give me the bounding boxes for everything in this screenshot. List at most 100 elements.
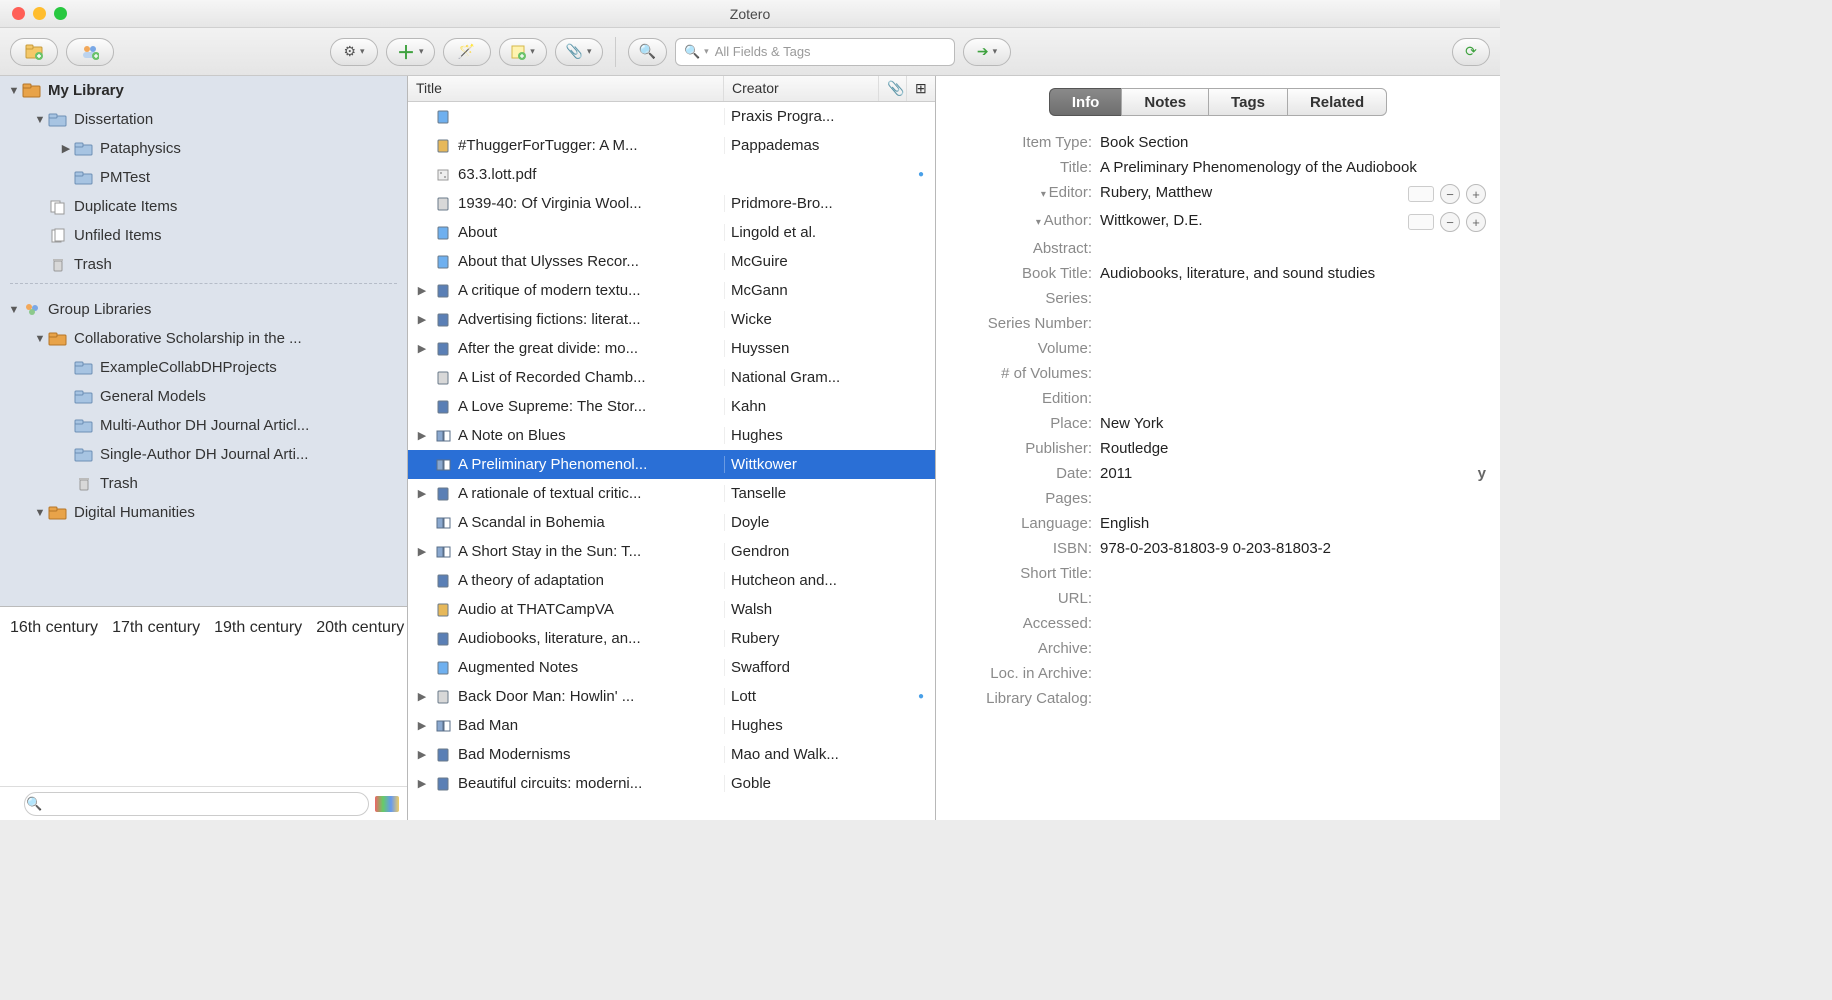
actions-button[interactable]: ⚙▾: [330, 38, 378, 66]
swap-names-button[interactable]: [1408, 214, 1434, 230]
item-row[interactable]: A Scandal in BohemiaDoyle: [408, 508, 935, 537]
item-row[interactable]: About that Ulysses Recor...McGuire: [408, 247, 935, 276]
tree-row[interactable]: PMTest: [0, 163, 407, 192]
tag[interactable]: 17th century: [112, 619, 200, 636]
column-attachment-icon[interactable]: 📎: [879, 76, 907, 101]
expand-icon[interactable]: ▶: [408, 719, 436, 732]
item-row[interactable]: A Preliminary Phenomenol...Wittkower: [408, 450, 935, 479]
expand-icon[interactable]: ▶: [408, 313, 436, 326]
expand-icon[interactable]: ▶: [408, 748, 436, 761]
item-row[interactable]: ▶After the great divide: mo...Huyssen: [408, 334, 935, 363]
item-row[interactable]: ▶Advertising fictions: literat...Wicke: [408, 305, 935, 334]
item-row[interactable]: ▶Bad ManHughes: [408, 711, 935, 740]
group-libraries-header[interactable]: ▼ Group Libraries: [0, 295, 407, 324]
new-note-button[interactable]: ▾: [499, 38, 547, 66]
new-item-button[interactable]: ＋▾: [386, 38, 435, 66]
item-row[interactable]: Audio at THATCampVAWalsh: [408, 595, 935, 624]
chevron-down-icon[interactable]: ▼: [6, 85, 22, 97]
tree-row[interactable]: Trash: [0, 469, 407, 498]
tree-row[interactable]: Duplicate Items: [0, 192, 407, 221]
tab-tags[interactable]: Tags: [1208, 88, 1287, 116]
my-library-row[interactable]: ▼ My Library: [0, 76, 407, 105]
item-row[interactable]: Audiobooks, literature, an...Rubery: [408, 624, 935, 653]
item-row[interactable]: A theory of adaptationHutcheon and...: [408, 566, 935, 595]
column-creator[interactable]: Creator: [724, 76, 879, 101]
tag-selector[interactable]: 16th century 17th century 19th century 20th…: [0, 606, 407, 786]
tree-row[interactable]: ▼Dissertation: [0, 105, 407, 134]
tag[interactable]: 19th century: [214, 619, 302, 636]
items-list[interactable]: Praxis Progra...#ThuggerForTugger: A M..…: [408, 102, 935, 820]
locate-button[interactable]: ➔▾: [963, 38, 1011, 66]
expand-icon[interactable]: ▶: [408, 545, 436, 558]
item-row[interactable]: A List of Recorded Chamb...National Gram…: [408, 363, 935, 392]
swap-names-button[interactable]: [1408, 186, 1434, 202]
tab-related[interactable]: Related: [1287, 88, 1387, 116]
attach-button[interactable]: 📎▾: [555, 38, 603, 66]
item-row[interactable]: ▶A Short Stay in the Sun: T...Gendron: [408, 537, 935, 566]
label-editor[interactable]: ▾ Editor:: [950, 184, 1100, 201]
search-input[interactable]: 🔍▾All Fields & Tags: [675, 38, 955, 66]
disclosure-icon[interactable]: ▼: [32, 114, 48, 126]
tab-info[interactable]: Info: [1049, 88, 1122, 116]
value-book-title[interactable]: Audiobooks, literature, and sound studie…: [1100, 265, 1486, 282]
remove-creator-button[interactable]: −: [1440, 184, 1460, 204]
advanced-search-button[interactable]: 🔍: [628, 38, 667, 66]
expand-icon[interactable]: ▶: [408, 342, 436, 355]
value-date[interactable]: 2011: [1100, 465, 1478, 482]
new-group-button[interactable]: [66, 38, 114, 66]
value-language[interactable]: English: [1100, 515, 1486, 532]
add-creator-button[interactable]: +: [1466, 212, 1486, 232]
tree-row[interactable]: Multi-Author DH Journal Articl...: [0, 411, 407, 440]
column-title[interactable]: Title: [408, 76, 724, 101]
expand-icon[interactable]: ▶: [408, 777, 436, 790]
disclosure-icon[interactable]: ▼: [32, 507, 48, 519]
tree-row[interactable]: General Models: [0, 382, 407, 411]
tab-notes[interactable]: Notes: [1121, 88, 1208, 116]
add-creator-button[interactable]: +: [1466, 184, 1486, 204]
disclosure-icon[interactable]: ▶: [58, 142, 74, 155]
label-author[interactable]: ▾ Author:: [950, 212, 1100, 229]
item-row[interactable]: ▶A rationale of textual critic...Tansell…: [408, 479, 935, 508]
value-item-type[interactable]: Book Section: [1100, 134, 1486, 151]
item-row[interactable]: ▶Back Door Man: Howlin' ...Lott●: [408, 682, 935, 711]
expand-icon[interactable]: ▶: [408, 690, 436, 703]
value-publisher[interactable]: Routledge: [1100, 440, 1486, 457]
item-row[interactable]: Augmented NotesSwafford: [408, 653, 935, 682]
value-editor[interactable]: Rubery, Matthew: [1100, 184, 1408, 201]
expand-icon[interactable]: ▶: [408, 284, 436, 297]
tag[interactable]: 20th century: [316, 619, 404, 636]
item-row[interactable]: ▶A Note on BluesHughes: [408, 421, 935, 450]
sync-button[interactable]: ⟳: [1452, 38, 1490, 66]
item-row[interactable]: A Love Supreme: The Stor...Kahn: [408, 392, 935, 421]
tag-filter-input[interactable]: [24, 792, 369, 816]
tree-row[interactable]: ▼Collaborative Scholarship in the ...: [0, 324, 407, 353]
tag-color-button[interactable]: [375, 796, 399, 812]
item-row[interactable]: Praxis Progra...: [408, 102, 935, 131]
item-row[interactable]: #ThuggerForTugger: A M...Pappademas: [408, 131, 935, 160]
tree-row[interactable]: Trash: [0, 250, 407, 279]
item-row[interactable]: ▶Beautiful circuits: moderni...Goble: [408, 769, 935, 798]
expand-icon[interactable]: ▶: [408, 487, 436, 500]
expand-icon[interactable]: ▶: [408, 429, 436, 442]
column-menu-icon[interactable]: ⊞: [907, 76, 935, 101]
tree-row[interactable]: Single-Author DH Journal Arti...: [0, 440, 407, 469]
item-row[interactable]: 1939-40: Of Virginia Wool...Pridmore-Bro…: [408, 189, 935, 218]
tag[interactable]: 16th century: [10, 619, 98, 636]
tree-row[interactable]: ▼Digital Humanities: [0, 498, 407, 527]
remove-creator-button[interactable]: −: [1440, 212, 1460, 232]
tree-row[interactable]: ExampleCollabDHProjects: [0, 353, 407, 382]
item-row[interactable]: 63.3.lott.pdf●: [408, 160, 935, 189]
item-row[interactable]: ▶Bad ModernismsMao and Walk...: [408, 740, 935, 769]
magic-wand-button[interactable]: 🪄: [443, 38, 491, 66]
item-row[interactable]: ▶A critique of modern textu...McGann: [408, 276, 935, 305]
new-collection-button[interactable]: [10, 38, 58, 66]
value-author[interactable]: Wittkower, D.E.: [1100, 212, 1408, 229]
value-title[interactable]: A Preliminary Phenomenology of the Audio…: [1100, 159, 1486, 176]
chevron-down-icon[interactable]: ▼: [6, 304, 22, 316]
collections-tree[interactable]: ▼ My Library ▼Dissertation▶PataphysicsPM…: [0, 76, 407, 606]
tree-row[interactable]: ▶Pataphysics: [0, 134, 407, 163]
item-row[interactable]: AboutLingold et al.: [408, 218, 935, 247]
value-place[interactable]: New York: [1100, 415, 1486, 432]
tree-row[interactable]: Unfiled Items: [0, 221, 407, 250]
disclosure-icon[interactable]: ▼: [32, 333, 48, 345]
